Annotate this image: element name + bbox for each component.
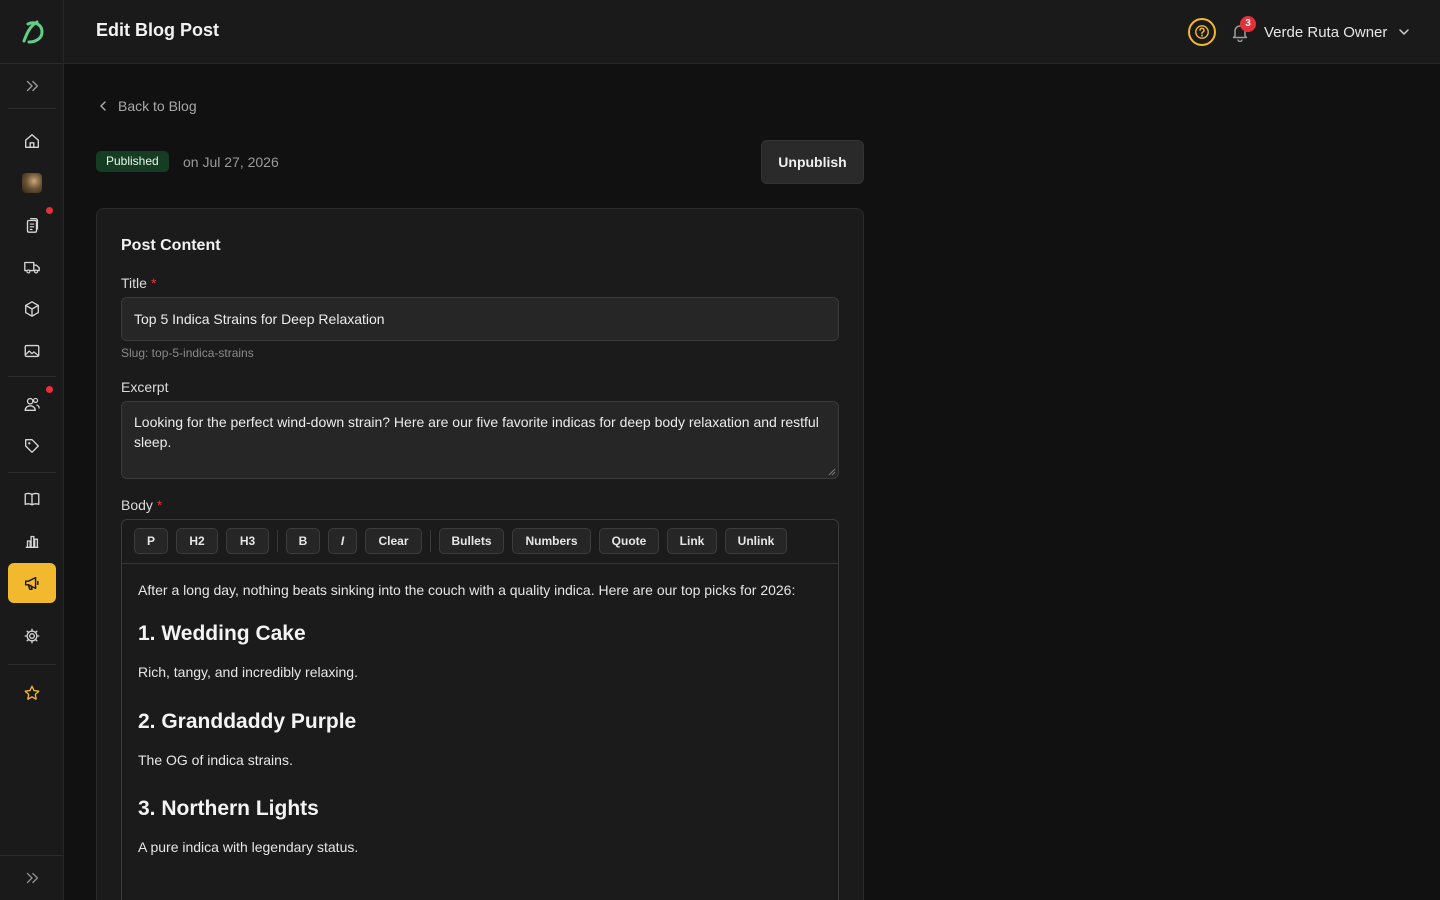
italic-button[interactable]: I	[328, 528, 357, 554]
title-label: Title *	[121, 275, 156, 291]
content-heading: 2. Granddaddy Purple	[138, 710, 357, 733]
toolbar-divider	[430, 530, 431, 552]
quote-button[interactable]: Quote	[599, 528, 659, 554]
settings-icon	[24, 628, 40, 644]
sidebar-item-docs[interactable]	[8, 479, 56, 519]
top-bar: Edit Blog Post 3 Verde Ruta Owner	[64, 0, 1440, 64]
star-icon	[24, 685, 40, 700]
bullets-button[interactable]: Bullets	[439, 528, 504, 554]
sidebar-divider	[8, 108, 56, 109]
package-icon	[25, 301, 39, 317]
content-paragraph: Rich, tangy, and incredibly relaxing.	[138, 664, 358, 680]
bold-button[interactable]: B	[286, 528, 320, 554]
numbers-button[interactable]: Numbers	[512, 528, 591, 554]
section-title: Post Content	[121, 237, 221, 254]
required-mark: *	[150, 275, 157, 291]
required-mark: *	[156, 497, 163, 513]
notification-count-badge: 3	[1240, 16, 1256, 32]
post-content-card: Post Content Title * Top 5 Indica Strains…	[96, 208, 864, 900]
megaphone-icon	[24, 576, 39, 591]
notification-dot	[46, 207, 53, 214]
resize-handle-icon[interactable]	[827, 467, 836, 476]
body-editor[interactable]: P H2 H3 B I Clear Bullets Numbers Quote …	[121, 519, 839, 900]
question-icon	[1195, 25, 1209, 39]
toolbar-divider	[277, 530, 278, 552]
user-menu[interactable]: Verde Ruta Owner	[1264, 22, 1411, 42]
content-paragraph: A pure indica with legendary status.	[138, 839, 359, 855]
user-name: Verde Ruta Owner	[1264, 23, 1388, 41]
analytics-icon	[25, 535, 39, 548]
body-label: Body *	[121, 497, 162, 513]
content-heading: 3. Northern Lights	[138, 797, 319, 820]
excerpt-textarea[interactable]: Looking for the perfect wind-down strain…	[121, 401, 839, 479]
title-label-text: Title	[121, 275, 147, 291]
chevron-left-icon	[100, 101, 106, 111]
published-date: on Jul 27, 2026	[183, 154, 279, 170]
sidebar-item-upgrade[interactable]	[8, 673, 56, 713]
store-avatar	[22, 173, 42, 193]
media-icon	[24, 344, 40, 358]
sidebar-item-settings[interactable]	[8, 616, 56, 656]
back-to-blog-link[interactable]: Back to Blog	[96, 96, 197, 116]
sidebar-item-store[interactable]	[8, 163, 56, 203]
page-title: Edit Blog Post	[96, 20, 219, 40]
sidebar-divider	[8, 472, 56, 473]
sidebar-item-media[interactable]	[8, 331, 56, 371]
app-logo[interactable]	[0, 0, 64, 64]
unlink-button[interactable]: Unlink	[725, 528, 787, 554]
paragraph-button[interactable]: P	[134, 528, 168, 554]
body-label-text: Body	[121, 497, 153, 513]
sidebar-divider	[8, 376, 56, 377]
expand-sidebar-button[interactable]	[8, 66, 56, 106]
logo-icon	[22, 20, 44, 43]
book-icon	[24, 492, 40, 506]
link-button[interactable]: Link	[667, 528, 717, 554]
excerpt-label: Excerpt	[121, 379, 169, 395]
heading2-button[interactable]: H2	[176, 528, 218, 554]
tag-icon	[25, 439, 39, 453]
collapse-sidebar-button[interactable]	[0, 855, 64, 900]
excerpt-text: Looking for the perfect wind-down strain…	[134, 414, 819, 450]
editor-content[interactable]: After a long day, nothing beats sinking …	[138, 576, 818, 861]
delivery-truck-icon	[24, 261, 40, 274]
sidebar-item-delivery[interactable]	[8, 247, 56, 287]
slug-text: Slug: top-5-indica-strains	[121, 346, 254, 360]
sidebar-item-products[interactable]	[8, 289, 56, 329]
orders-icon	[26, 218, 39, 233]
sidebar-item-analytics[interactable]	[8, 521, 56, 561]
content-heading: 1. Wedding Cake	[138, 622, 306, 645]
clear-format-button[interactable]: Clear	[365, 528, 422, 554]
customers-icon	[24, 397, 40, 411]
editor-toolbar: P H2 H3 B I Clear Bullets Numbers Quote …	[122, 520, 838, 564]
home-icon	[25, 134, 39, 148]
sidebar-item-marketing[interactable]	[8, 563, 56, 603]
sidebar-item-home[interactable]	[8, 121, 56, 161]
unpublish-button[interactable]: Unpublish	[761, 140, 864, 184]
heading3-button[interactable]: H3	[226, 528, 269, 554]
intro-paragraph: After a long day, nothing beats sinking …	[138, 582, 796, 598]
sidebar-item-promotions[interactable]	[8, 426, 56, 466]
chevrons-right-icon	[26, 872, 39, 884]
chevron-down-icon	[1399, 29, 1410, 35]
help-button[interactable]	[1188, 18, 1216, 46]
chevrons-right-icon	[26, 80, 39, 92]
content-paragraph: The OG of indica strains.	[138, 752, 293, 768]
status-badge: Published	[96, 151, 169, 172]
notification-dot	[46, 386, 53, 393]
title-input[interactable]: Top 5 Indica Strains for Deep Relaxation	[121, 297, 839, 341]
sidebar	[0, 0, 64, 900]
back-link-label: Back to Blog	[118, 98, 197, 114]
sidebar-divider	[8, 664, 56, 665]
